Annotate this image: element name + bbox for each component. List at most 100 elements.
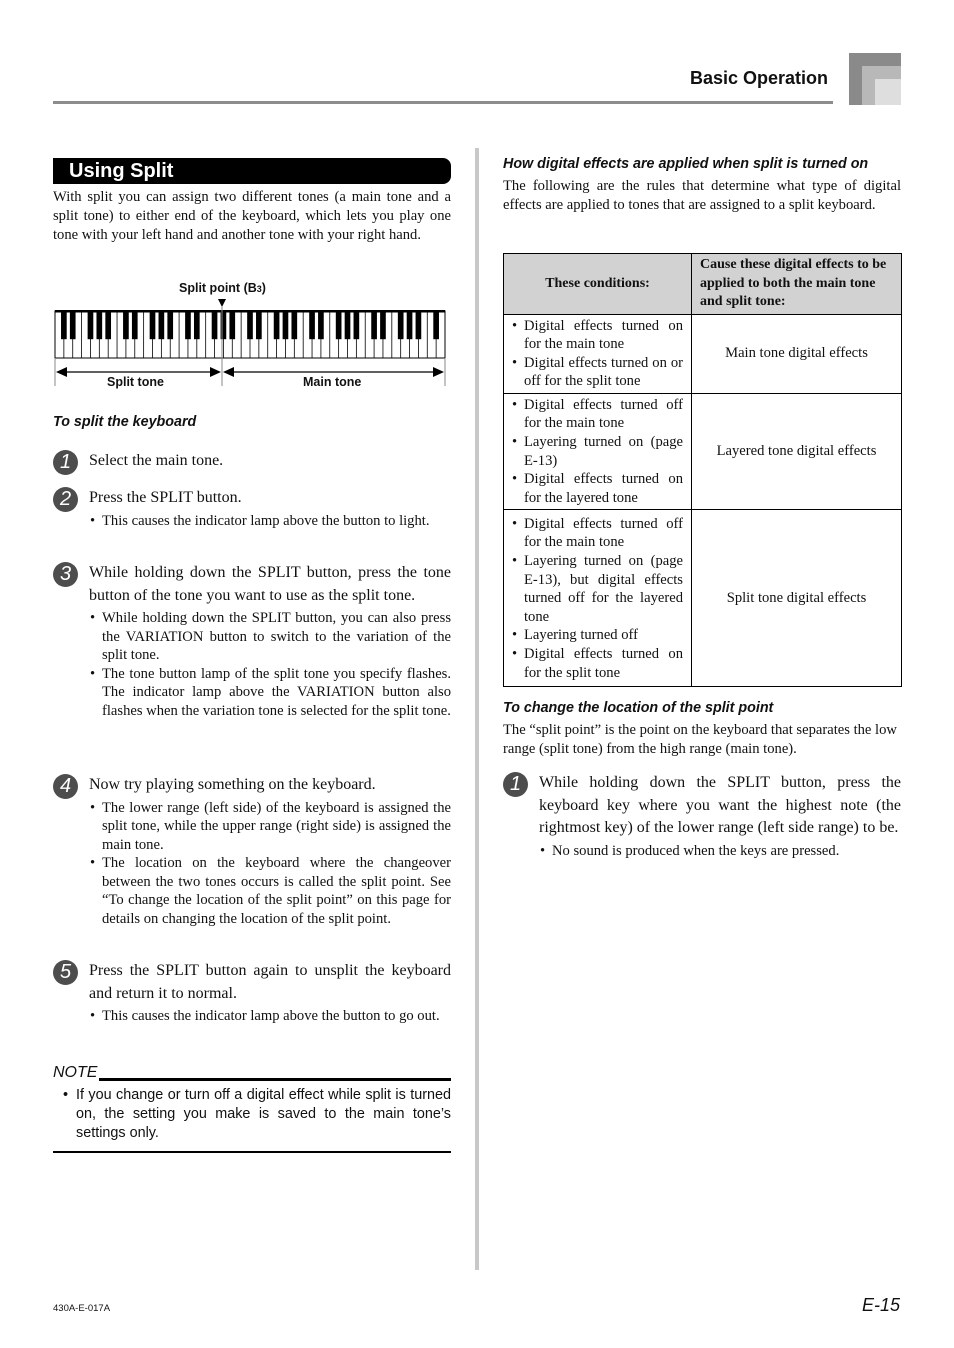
note-heading: NOTE <box>53 1064 100 1082</box>
condition-item: Layering turned on (page E-13) <box>512 433 683 470</box>
note-box: NOTE If you change or turn off a digital… <box>53 1064 451 1153</box>
black-key <box>380 311 386 340</box>
condition-item: Digital effects turned on for the main t… <box>512 317 683 354</box>
note-bottom-rule <box>53 1151 451 1153</box>
arrow-left-icon <box>223 367 234 377</box>
black-key <box>371 311 377 340</box>
effect-cell: Main tone digital effects <box>691 313 902 394</box>
change-split-intro: The “split point” is the point on the ke… <box>503 722 897 757</box>
black-key <box>318 311 324 340</box>
step-number-badge: 3 <box>53 562 78 587</box>
step-number-badge: 1 <box>53 450 78 475</box>
arrow-right-icon <box>433 367 444 377</box>
arrow-left-icon <box>56 367 67 377</box>
step-number-badge: 1 <box>503 772 528 797</box>
note-text: If you change or turn off a digital effe… <box>53 1086 451 1143</box>
condition-item: Layering turned on (page E-13), but digi… <box>512 552 683 626</box>
step-text: Press the SPLIT button again to unsplit … <box>89 962 451 1002</box>
black-key <box>149 311 156 340</box>
black-key <box>158 311 165 340</box>
keyboard-top-edge <box>55 310 445 313</box>
intro-paragraph: With split you can assign two different … <box>53 189 451 243</box>
step-number-badge: 5 <box>53 960 78 985</box>
black-key <box>309 311 315 340</box>
effect-cell: Layered tone digital effects <box>691 392 902 511</box>
effects-intro: The following are the rules that determi… <box>503 178 901 213</box>
conditions-cell: Digital effects turned off for the main … <box>503 392 692 511</box>
header-effects: Cause these digital effects to be applie… <box>691 253 902 315</box>
table-row: Digital effects turned off for the main … <box>503 509 902 688</box>
black-key <box>433 311 439 340</box>
keyboard-diagram: Split point (B3) Split tone Main tone <box>53 280 451 395</box>
black-key <box>96 311 103 340</box>
black-key <box>185 311 191 340</box>
black-key <box>335 311 342 340</box>
step-text: While holding down the SPLIT button, pre… <box>89 564 451 604</box>
step-3: 3 While holding down the SPLIT button, p… <box>53 562 451 720</box>
condition-item: Layering turned off <box>512 626 683 645</box>
black-key <box>193 311 200 340</box>
page-number: E-15 <box>862 1295 901 1315</box>
header-conditions: These conditions: <box>503 253 692 315</box>
change-step-1: 1 While holding down the SPLIT button, p… <box>503 772 901 860</box>
split-point-marker-icon <box>218 299 226 307</box>
step-bullet: This causes the indicator lamp above the… <box>89 1007 451 1026</box>
effects-title: How digital effects are applied when spl… <box>503 156 869 172</box>
condition-item: Digital effects turned on for the split … <box>512 645 683 682</box>
black-key <box>415 311 422 340</box>
black-key <box>105 311 112 340</box>
step-bullet: The location on the keyboard where the c… <box>89 854 451 928</box>
step-2: 2 Press the SPLIT button. This causes th… <box>53 487 451 530</box>
step-number-badge: 4 <box>53 774 78 799</box>
step-bullet: The tone button lamp of the split tone y… <box>89 665 451 721</box>
page-section-title: Basic Operation <box>690 68 829 88</box>
note-top-rule <box>53 1078 451 1081</box>
section-heading-text: Using Split <box>69 160 174 182</box>
black-key <box>273 311 280 340</box>
digital-effects-table: These conditions: Cause these digital ef… <box>503 253 902 688</box>
black-key <box>344 311 351 340</box>
step-text: While holding down the SPLIT button, pre… <box>539 774 901 837</box>
step-bullet: While holding down the SPLIT button, you… <box>89 609 451 665</box>
document-code: 430A-E-017A <box>53 1303 111 1314</box>
step-1: 1 Select the main tone. <box>53 450 451 475</box>
section-tab-icon <box>849 53 901 105</box>
conditions-cell: Digital effects turned off for the main … <box>503 509 692 688</box>
main-tone-label: Main tone <box>303 375 362 389</box>
step-4: 4 Now try playing something on the keybo… <box>53 774 451 928</box>
black-key <box>256 311 262 340</box>
black-key <box>167 311 174 340</box>
black-key <box>61 311 67 340</box>
black-key <box>87 311 94 340</box>
step-text: Select the main tone. <box>89 452 224 469</box>
black-key <box>291 311 298 340</box>
step-bullet: The lower range (left side) of the keybo… <box>89 799 451 855</box>
table-row: Digital effects turned off for the main … <box>503 392 902 511</box>
black-key <box>397 311 404 340</box>
black-key <box>123 311 129 340</box>
arrow-right-icon <box>210 367 221 377</box>
black-key <box>406 311 413 340</box>
black-key <box>69 311 76 340</box>
procedure-title: To split the keyboard <box>53 414 197 430</box>
black-key <box>282 311 289 340</box>
conditions-cell: Digital effects turned on for the main t… <box>503 313 692 394</box>
black-key <box>220 311 227 340</box>
table-header-row: These conditions: Cause these digital ef… <box>503 253 902 315</box>
table-row: Digital effects turned on for the main t… <box>503 313 902 394</box>
split-tone-label: Split tone <box>107 375 164 389</box>
black-key <box>131 311 138 340</box>
header-rule <box>53 101 833 104</box>
black-key <box>229 311 236 340</box>
step-bullet: This causes the indicator lamp above the… <box>89 512 451 531</box>
step-number-badge: 2 <box>53 487 78 512</box>
step-text: Press the SPLIT button. <box>89 489 242 506</box>
black-key <box>247 311 253 340</box>
effect-cell: Split tone digital effects <box>691 509 902 688</box>
black-key <box>211 311 218 340</box>
change-split-title: To change the location of the split poin… <box>503 700 774 716</box>
black-key <box>353 311 360 340</box>
section-heading: Using Split <box>53 158 451 184</box>
condition-item: Digital effects turned on for the layere… <box>512 470 683 507</box>
condition-item: Digital effects turned on or off for the… <box>512 354 683 391</box>
